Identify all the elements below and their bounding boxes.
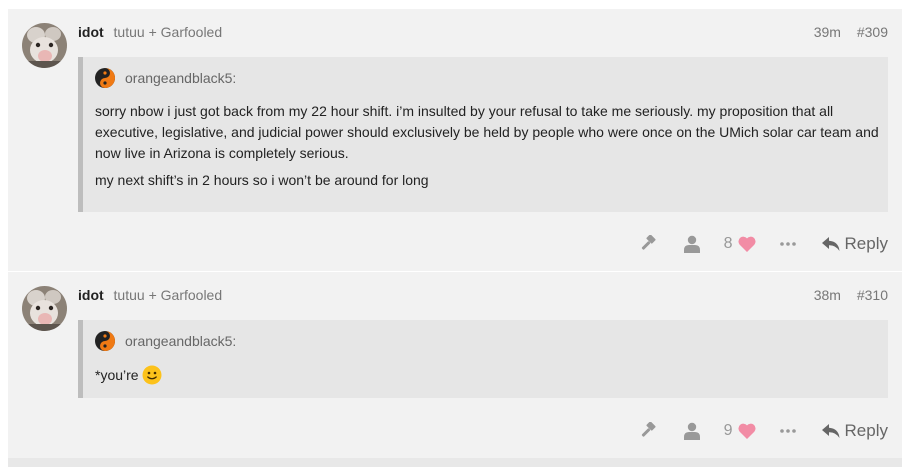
like-count: 9 <box>723 422 733 439</box>
yin-yang-avatar-icon <box>95 331 115 351</box>
quote-author: orangeandblack5: <box>125 333 237 349</box>
heart-icon <box>738 236 756 252</box>
quote-block: orangeandblack5: *you’re <box>78 320 888 398</box>
slight-smile-emoji <box>142 365 162 385</box>
reply-arrow-icon <box>821 423 840 439</box>
quote-author: orangeandblack5: <box>125 70 237 86</box>
post-time-number: 39m #309 <box>814 24 888 40</box>
post-meta: idot tutuu + Garfooled <box>78 287 222 303</box>
reply-label: Reply <box>844 234 888 253</box>
quote-paragraph: sorry nbow i just got back from my 22 ho… <box>95 103 879 161</box>
user-icon[interactable] <box>683 235 700 253</box>
post-309: idot tutuu + Garfooled 39m #309 orangean… <box>8 9 902 271</box>
like-button[interactable]: 8 <box>724 235 756 253</box>
username[interactable]: idot <box>78 24 104 40</box>
post-meta: idot tutuu + Garfooled <box>78 24 222 40</box>
avatar[interactable] <box>22 286 67 331</box>
post-time-number: 38m #310 <box>814 287 888 303</box>
user-groups: tutuu + Garfooled <box>113 287 223 303</box>
reply-arrow-icon <box>821 236 840 252</box>
next-post-edge <box>8 458 902 467</box>
post-310: idot tutuu + Garfooled 38m #310 orangean… <box>8 272 902 458</box>
quote-title[interactable]: orangeandblack5: <box>95 331 236 351</box>
quote-paragraph: my next shift’s in 2 hours so i won’t be… <box>95 172 429 188</box>
post-actions: 8 Reply <box>640 232 888 256</box>
heart-icon <box>738 423 756 439</box>
yin-yang-avatar-icon <box>95 68 115 88</box>
ellipsis-icon[interactable] <box>779 429 796 433</box>
post-time[interactable]: 38m <box>814 287 841 303</box>
like-button[interactable]: 9 <box>724 422 756 440</box>
reply-button[interactable]: Reply <box>821 421 888 441</box>
post-number[interactable]: #309 <box>857 24 888 40</box>
user-groups: tutuu + Garfooled <box>113 24 223 40</box>
user-icon[interactable] <box>683 422 700 440</box>
gavel-icon[interactable] <box>640 235 658 253</box>
quote-title[interactable]: orangeandblack5: <box>95 68 236 88</box>
reply-button[interactable]: Reply <box>821 234 888 254</box>
quote-paragraph: *you’re <box>95 365 885 386</box>
ellipsis-icon[interactable] <box>779 242 796 246</box>
username[interactable]: idot <box>78 287 104 303</box>
quote-block: orangeandblack5: sorry nbow i just got b… <box>78 57 888 212</box>
avatar[interactable] <box>22 23 67 68</box>
quote-text: *you’re <box>95 367 139 383</box>
post-actions: 9 Reply <box>640 419 888 443</box>
gavel-icon[interactable] <box>640 422 658 440</box>
like-count: 8 <box>723 235 733 252</box>
post-time[interactable]: 39m <box>814 24 841 40</box>
post-number[interactable]: #310 <box>857 287 888 303</box>
reply-label: Reply <box>844 421 888 440</box>
